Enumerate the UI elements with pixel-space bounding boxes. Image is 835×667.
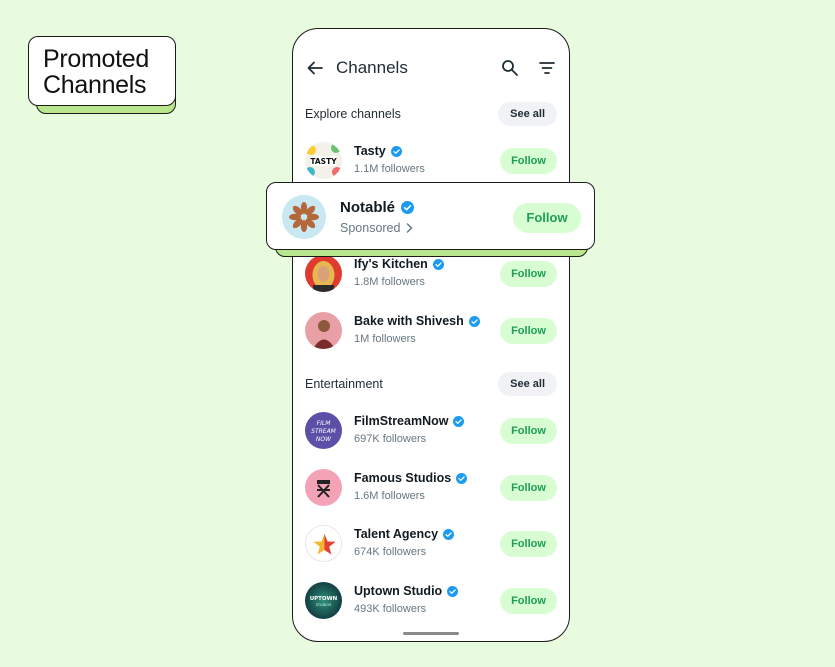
follow-button[interactable]: Follow: [500, 148, 557, 174]
channel-row-tasty[interactable]: TASTY Tasty 1.1M followers Follow: [305, 138, 557, 182]
channel-name: Tasty: [354, 144, 386, 158]
follower-count: 1.1M followers: [354, 163, 425, 175]
verified-badge-icon: [447, 585, 459, 597]
follower-count: 674K followers: [354, 546, 427, 558]
search-icon[interactable]: [501, 59, 519, 77]
see-all-button[interactable]: See all: [498, 102, 557, 126]
channel-avatar: [305, 312, 342, 349]
chevron-right-icon: [407, 223, 413, 233]
follow-button[interactable]: Follow: [500, 475, 557, 501]
svg-text:TASTY: TASTY: [310, 157, 337, 166]
section-header-entertainment: Entertainment See all: [305, 372, 557, 398]
svg-text:UPTOWN: UPTOWN: [310, 596, 338, 602]
channel-avatar: FILM STREAM NOW: [305, 412, 342, 449]
channel-avatar: [305, 525, 342, 562]
top-app-bar: Channels: [293, 29, 569, 107]
follow-button[interactable]: Follow: [500, 531, 557, 557]
follower-count: 493K followers: [354, 603, 427, 615]
home-indicator[interactable]: [403, 632, 459, 635]
filter-icon[interactable]: [539, 60, 555, 76]
svg-text:STUDIOS: STUDIOS: [316, 603, 332, 607]
channel-name: FilmStreamNow: [354, 414, 449, 428]
follow-button[interactable]: Follow: [500, 418, 557, 444]
channel-row-uptown-studio[interactable]: UPTOWN STUDIOS Uptown Studio 493K follow…: [305, 578, 557, 622]
phone-screen: Channels Explore channels See all TASTY: [292, 28, 570, 642]
follower-count: 697K followers: [354, 433, 427, 445]
channel-avatar: [282, 195, 326, 239]
page-title: Channels: [336, 58, 408, 77]
channel-name: Bake with Shivesh: [354, 314, 464, 328]
channel-avatar: [305, 469, 342, 506]
follower-count: 1.6M followers: [354, 490, 425, 502]
channel-row-talent-agency[interactable]: Talent Agency 674K followers Follow: [305, 521, 557, 565]
channel-name: Notablé: [340, 199, 396, 216]
follower-count: 1M followers: [354, 333, 416, 345]
follow-button[interactable]: Follow: [500, 318, 557, 344]
back-arrow-icon[interactable]: [306, 59, 324, 77]
channel-name: Uptown Studio: [354, 584, 443, 598]
verified-badge-icon: [401, 201, 415, 214]
verified-badge-icon: [432, 258, 444, 270]
svg-text:FILM: FILM: [317, 420, 332, 427]
follow-button[interactable]: Follow: [513, 203, 581, 233]
channel-row-filmstreamnow[interactable]: FILM STREAM NOW FilmStreamNow 697K follo…: [305, 408, 557, 452]
svg-text:STREAM: STREAM: [311, 428, 337, 435]
svg-text:NOW: NOW: [316, 436, 332, 443]
follow-button[interactable]: Follow: [500, 261, 557, 287]
section-header-explore: Explore channels See all: [305, 102, 557, 128]
promo-label-box: Promoted Channels: [28, 36, 176, 106]
sponsored-label: Sponsored: [340, 221, 401, 235]
channel-name: Famous Studios: [354, 471, 452, 485]
verified-badge-icon: [468, 315, 480, 327]
promo-line-2: Channels: [43, 71, 147, 99]
channel-row-famous-studios[interactable]: Famous Studios 1.6M followers Follow: [305, 465, 557, 509]
section-title: Entertainment: [305, 377, 383, 391]
channel-name: Ify's Kitchen: [354, 257, 428, 271]
sponsored-channel-card[interactable]: Notablé Sponsored Follow: [266, 182, 595, 250]
see-all-button[interactable]: See all: [498, 372, 557, 396]
verified-badge-icon: [453, 415, 465, 427]
channel-avatar: TASTY: [305, 142, 342, 179]
channel-avatar: [305, 255, 342, 292]
promo-line-1: Promoted: [43, 45, 149, 73]
channel-row-ifys-kitchen[interactable]: Ify's Kitchen 1.8M followers Follow: [305, 251, 557, 295]
channel-row-bake-with-shivesh[interactable]: Bake with Shivesh 1M followers Follow: [305, 308, 557, 352]
verified-badge-icon: [456, 472, 468, 484]
sponsored-link[interactable]: Sponsored: [340, 221, 413, 235]
channel-name: Talent Agency: [354, 527, 439, 541]
channel-avatar: UPTOWN STUDIOS: [305, 582, 342, 619]
verified-badge-icon: [390, 145, 402, 157]
promoted-channels-label: Promoted Channels: [28, 36, 178, 114]
verified-badge-icon: [443, 528, 455, 540]
section-title: Explore channels: [305, 107, 401, 121]
follow-button[interactable]: Follow: [500, 588, 557, 614]
follower-count: 1.8M followers: [354, 276, 425, 288]
